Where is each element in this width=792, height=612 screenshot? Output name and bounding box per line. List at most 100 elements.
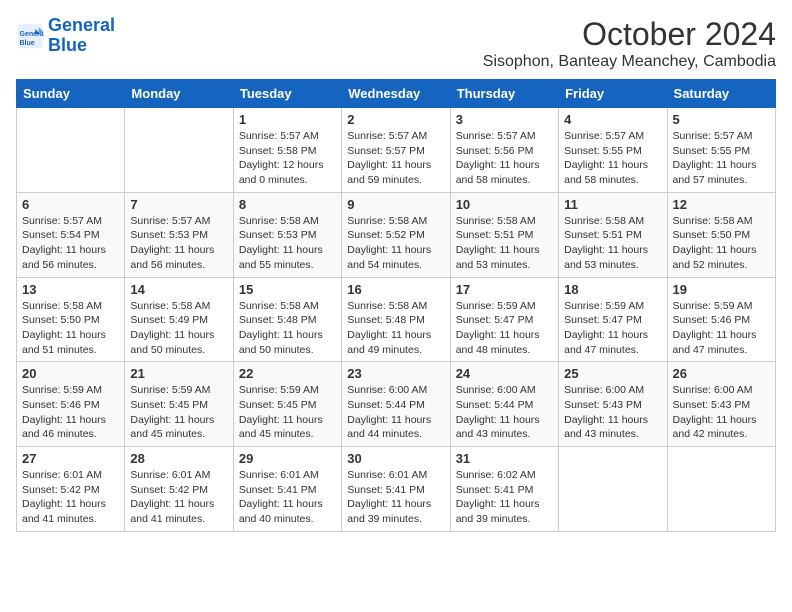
page-header: General Blue General Blue October 2024 S… <box>16 16 776 71</box>
day-info: Sunrise: 6:00 AM Sunset: 5:44 PM Dayligh… <box>347 383 444 442</box>
calendar-week-4: 20Sunrise: 5:59 AM Sunset: 5:46 PM Dayli… <box>17 362 776 447</box>
calendar-cell: 25 Sunrise: 6:00 AM Sunset: 5:43 PM Dayli… <box>559 362 667 447</box>
weekday-header-friday: Friday <box>559 80 667 108</box>
svg-text:Blue: Blue <box>20 40 35 47</box>
calendar-week-2: 6 Sunrise: 5:57 AM Sunset: 5:54 PM Daylig… <box>17 192 776 277</box>
day-number: 19 <box>673 282 770 297</box>
day-info: Sunrise: 6:00 AM Sunset: 5:43 PM Dayligh… <box>564 383 661 442</box>
logo-text: General Blue <box>48 16 115 56</box>
day-info: Sunrise: 5:58 AM Sunset: 5:50 PM Dayligh… <box>22 299 119 358</box>
day-number: 13 <box>22 282 119 297</box>
weekday-header-saturday: Saturday <box>667 80 775 108</box>
day-info: Sunrise: 5:58 AM Sunset: 5:52 PM Dayligh… <box>347 214 444 273</box>
day-number: 17 <box>456 282 553 297</box>
calendar-cell: 22Sunrise: 5:59 AM Sunset: 5:45 PM Dayli… <box>233 362 341 447</box>
day-info: Sunrise: 5:58 AM Sunset: 5:53 PM Dayligh… <box>239 214 336 273</box>
calendar-cell: 11 Sunrise: 5:58 AM Sunset: 5:51 PM Dayli… <box>559 192 667 277</box>
calendar-week-5: 27 Sunrise: 6:01 AM Sunset: 5:42 PM Dayli… <box>17 447 776 532</box>
weekday-row: SundayMondayTuesdayWednesdayThursdayFrid… <box>17 80 776 108</box>
day-info: Sunrise: 6:01 AM Sunset: 5:41 PM Dayligh… <box>239 468 336 527</box>
location-subtitle: Sisophon, Banteay Meanchey, Cambodia <box>483 53 776 71</box>
day-info: Sunrise: 6:01 AM Sunset: 5:41 PM Dayligh… <box>347 468 444 527</box>
calendar-cell: 14Sunrise: 5:58 AM Sunset: 5:49 PM Dayli… <box>125 277 233 362</box>
day-info: Sunrise: 5:57 AM Sunset: 5:55 PM Dayligh… <box>564 129 661 188</box>
calendar-cell: 31 Sunrise: 6:02 AM Sunset: 5:41 PM Dayli… <box>450 447 558 532</box>
logo: General Blue General Blue <box>16 16 115 56</box>
calendar-cell <box>559 447 667 532</box>
day-info: Sunrise: 5:58 AM Sunset: 5:51 PM Dayligh… <box>456 214 553 273</box>
calendar-cell: 17Sunrise: 5:59 AM Sunset: 5:47 PM Dayli… <box>450 277 558 362</box>
calendar-cell: 21 Sunrise: 5:59 AM Sunset: 5:45 PM Dayli… <box>125 362 233 447</box>
day-number: 27 <box>22 451 119 466</box>
calendar-body: 1 Sunrise: 5:57 AM Sunset: 5:58 PM Daylig… <box>17 108 776 532</box>
day-info: Sunrise: 6:01 AM Sunset: 5:42 PM Dayligh… <box>22 468 119 527</box>
calendar-cell: 8Sunrise: 5:58 AM Sunset: 5:53 PM Daylig… <box>233 192 341 277</box>
day-info: Sunrise: 5:57 AM Sunset: 5:58 PM Dayligh… <box>239 129 336 188</box>
day-number: 10 <box>456 197 553 212</box>
calendar-cell: 5 Sunrise: 5:57 AM Sunset: 5:55 PM Daylig… <box>667 108 775 193</box>
day-number: 24 <box>456 366 553 381</box>
day-number: 20 <box>22 366 119 381</box>
calendar-header: SundayMondayTuesdayWednesdayThursdayFrid… <box>17 80 776 108</box>
day-info: Sunrise: 6:00 AM Sunset: 5:43 PM Dayligh… <box>673 383 770 442</box>
day-number: 11 <box>564 197 661 212</box>
day-info: Sunrise: 5:59 AM Sunset: 5:46 PM Dayligh… <box>673 299 770 358</box>
calendar-cell: 20Sunrise: 5:59 AM Sunset: 5:46 PM Dayli… <box>17 362 125 447</box>
day-number: 31 <box>456 451 553 466</box>
day-number: 12 <box>673 197 770 212</box>
day-info: Sunrise: 5:58 AM Sunset: 5:50 PM Dayligh… <box>673 214 770 273</box>
day-info: Sunrise: 5:57 AM Sunset: 5:55 PM Dayligh… <box>673 129 770 188</box>
weekday-header-thursday: Thursday <box>450 80 558 108</box>
weekday-header-tuesday: Tuesday <box>233 80 341 108</box>
calendar-cell: 10 Sunrise: 5:58 AM Sunset: 5:51 PM Dayli… <box>450 192 558 277</box>
month-title: October 2024 <box>483 16 776 53</box>
day-info: Sunrise: 5:58 AM Sunset: 5:48 PM Dayligh… <box>239 299 336 358</box>
day-info: Sunrise: 6:02 AM Sunset: 5:41 PM Dayligh… <box>456 468 553 527</box>
calendar-cell: 2Sunrise: 5:57 AM Sunset: 5:57 PM Daylig… <box>342 108 450 193</box>
weekday-header-wednesday: Wednesday <box>342 80 450 108</box>
day-info: Sunrise: 5:58 AM Sunset: 5:51 PM Dayligh… <box>564 214 661 273</box>
calendar-cell: 12 Sunrise: 5:58 AM Sunset: 5:50 PM Dayli… <box>667 192 775 277</box>
day-info: Sunrise: 5:57 AM Sunset: 5:54 PM Dayligh… <box>22 214 119 273</box>
day-number: 16 <box>347 282 444 297</box>
calendar-cell: 13 Sunrise: 5:58 AM Sunset: 5:50 PM Dayli… <box>17 277 125 362</box>
calendar-cell: 19 Sunrise: 5:59 AM Sunset: 5:46 PM Dayli… <box>667 277 775 362</box>
day-info: Sunrise: 6:01 AM Sunset: 5:42 PM Dayligh… <box>130 468 227 527</box>
day-info: Sunrise: 5:59 AM Sunset: 5:47 PM Dayligh… <box>564 299 661 358</box>
day-info: Sunrise: 5:57 AM Sunset: 5:56 PM Dayligh… <box>456 129 553 188</box>
weekday-header-sunday: Sunday <box>17 80 125 108</box>
day-number: 28 <box>130 451 227 466</box>
day-number: 6 <box>22 197 119 212</box>
day-info: Sunrise: 6:00 AM Sunset: 5:44 PM Dayligh… <box>456 383 553 442</box>
day-number: 30 <box>347 451 444 466</box>
day-number: 1 <box>239 112 336 127</box>
day-number: 21 <box>130 366 227 381</box>
day-number: 15 <box>239 282 336 297</box>
calendar-cell: 7Sunrise: 5:57 AM Sunset: 5:53 PM Daylig… <box>125 192 233 277</box>
day-number: 2 <box>347 112 444 127</box>
day-info: Sunrise: 5:58 AM Sunset: 5:48 PM Dayligh… <box>347 299 444 358</box>
day-number: 3 <box>456 112 553 127</box>
calendar-cell <box>17 108 125 193</box>
day-number: 25 <box>564 366 661 381</box>
day-number: 23 <box>347 366 444 381</box>
day-info: Sunrise: 5:59 AM Sunset: 5:45 PM Dayligh… <box>239 383 336 442</box>
calendar-cell <box>125 108 233 193</box>
calendar-cell: 15 Sunrise: 5:58 AM Sunset: 5:48 PM Dayli… <box>233 277 341 362</box>
calendar-cell: 1 Sunrise: 5:57 AM Sunset: 5:58 PM Daylig… <box>233 108 341 193</box>
day-number: 4 <box>564 112 661 127</box>
calendar-cell: 29Sunrise: 6:01 AM Sunset: 5:41 PM Dayli… <box>233 447 341 532</box>
title-block: October 2024 Sisophon, Banteay Meanchey,… <box>483 16 776 71</box>
calendar-cell: 6 Sunrise: 5:57 AM Sunset: 5:54 PM Daylig… <box>17 192 125 277</box>
day-number: 5 <box>673 112 770 127</box>
calendar-cell: 26 Sunrise: 6:00 AM Sunset: 5:43 PM Dayli… <box>667 362 775 447</box>
day-number: 14 <box>130 282 227 297</box>
calendar-cell: 4 Sunrise: 5:57 AM Sunset: 5:55 PM Daylig… <box>559 108 667 193</box>
weekday-header-monday: Monday <box>125 80 233 108</box>
day-number: 7 <box>130 197 227 212</box>
calendar-cell: 30 Sunrise: 6:01 AM Sunset: 5:41 PM Dayli… <box>342 447 450 532</box>
day-number: 18 <box>564 282 661 297</box>
day-info: Sunrise: 5:59 AM Sunset: 5:45 PM Dayligh… <box>130 383 227 442</box>
calendar-cell: 16 Sunrise: 5:58 AM Sunset: 5:48 PM Dayli… <box>342 277 450 362</box>
day-number: 26 <box>673 366 770 381</box>
